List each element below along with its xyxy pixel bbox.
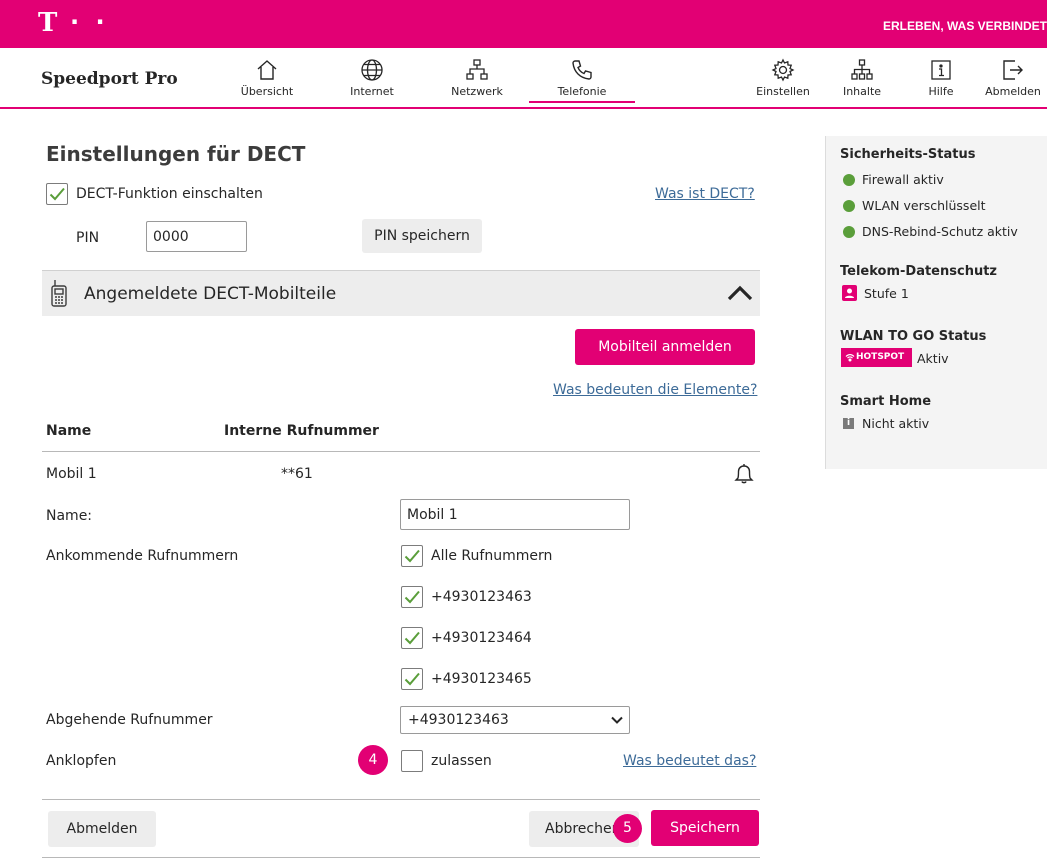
gear-icon — [771, 58, 795, 82]
step-badge: 5 — [613, 814, 642, 843]
checkmark-icon — [49, 187, 65, 201]
home-icon — [257, 60, 277, 80]
nav-label: Abmelden — [985, 85, 1041, 98]
accordion-title: Angemeldete DECT-Mobilteile — [84, 284, 337, 304]
nav-label: Inhalte — [842, 85, 882, 98]
nav-hilfe[interactable]: Hilfe — [901, 56, 981, 104]
ok-status-icon — [843, 174, 855, 186]
nav-label: Hilfe — [928, 85, 954, 98]
outgoing-number-label: Abgehende Rufnummer — [46, 712, 213, 728]
nav-internet[interactable]: Internet — [332, 56, 412, 104]
handset-name-input[interactable] — [400, 499, 630, 530]
unregister-handset-button[interactable]: Abmelden — [48, 811, 156, 847]
wlan-to-go-status: Aktiv — [917, 351, 949, 366]
active-tab-indicator — [529, 101, 635, 103]
nav-telefonie[interactable]: Telefonie — [542, 56, 622, 104]
ok-status-icon — [843, 226, 855, 238]
pin-save-button[interactable]: PIN speichern — [362, 219, 482, 253]
hotspot-badge: HOTSPOT — [841, 348, 912, 367]
nav-abmelden[interactable]: Abmelden — [979, 56, 1047, 104]
smart-home-title: Smart Home — [840, 394, 932, 409]
footer-divider — [42, 799, 760, 800]
wifi-icon — [845, 354, 855, 362]
security-status-title: Sicherheits-Status — [840, 147, 976, 162]
checkmark-icon — [404, 549, 420, 563]
pin-input[interactable] — [146, 221, 247, 252]
column-header-name: Name — [46, 423, 92, 439]
nav-label: Übersicht — [240, 85, 294, 98]
ok-status-icon — [843, 200, 855, 212]
info-icon — [931, 60, 951, 80]
checkmark-icon — [404, 672, 420, 686]
phone-icon — [572, 60, 592, 80]
incoming-option-label: +4930123464 — [431, 630, 532, 646]
dect-help-link[interactable]: Was ist DECT? — [655, 186, 755, 202]
dect-function-label: DECT-Funktion einschalten — [76, 186, 263, 202]
outgoing-number-select[interactable]: +4930123463 — [400, 706, 630, 734]
sitemap-icon — [851, 59, 873, 80]
incoming-number-checkbox[interactable] — [401, 668, 423, 690]
dect-function-checkbox[interactable] — [46, 183, 68, 205]
hotspot-badge-label: HOTSPOT — [856, 352, 905, 362]
info-icon: i — [843, 418, 854, 429]
nav-label: Telefonie — [557, 85, 607, 98]
security-item: Firewall aktiv — [862, 172, 944, 187]
bell-icon[interactable] — [734, 462, 754, 484]
privacy-title: Telekom-Datenschutz — [840, 264, 997, 279]
network-icon — [466, 59, 488, 80]
checkmark-icon — [404, 590, 420, 604]
incoming-number-checkbox[interactable] — [401, 586, 423, 608]
wlan-to-go-title: WLAN TO GO Status — [840, 329, 987, 344]
save-button[interactable]: Speichern — [651, 810, 759, 846]
incoming-option-label: +4930123465 — [431, 671, 532, 687]
security-item: WLAN verschlüsselt — [862, 198, 986, 213]
step-badge: 4 — [358, 745, 388, 775]
product-name: Speedport Pro — [41, 69, 178, 89]
knock-help-link[interactable]: Was bedeutet das? — [623, 753, 756, 769]
select-value: +4930123463 — [408, 712, 509, 728]
incoming-number-checkbox[interactable] — [401, 627, 423, 649]
nav-label: Einstellen — [756, 85, 810, 98]
elements-help-link[interactable]: Was bedeuten die Elemente? — [553, 382, 757, 398]
incoming-all-checkbox[interactable] — [401, 545, 423, 567]
pin-label: PIN — [76, 230, 100, 246]
chevron-down-icon — [611, 716, 623, 724]
knock-allow-label: zulassen — [431, 753, 492, 769]
telekom-logo-dots: · · — [70, 8, 109, 36]
security-item: DNS-Rebind-Schutz aktiv — [862, 224, 1018, 239]
nav-inhalte[interactable]: Inhalte — [822, 56, 902, 104]
logout-icon — [1003, 60, 1023, 80]
incoming-option-label: Alle Rufnummern — [431, 548, 553, 564]
nav-netzwerk[interactable]: Netzwerk — [437, 56, 517, 104]
privacy-level: Stufe 1 — [864, 286, 909, 301]
register-handset-button[interactable]: Mobilteil anmelden — [575, 329, 755, 365]
handset-name: Mobil 1 — [46, 466, 97, 482]
column-header-internal-number: Interne Rufnummer — [224, 423, 379, 439]
globe-icon — [361, 59, 383, 81]
checkmark-icon — [404, 631, 420, 645]
incoming-option-label: +4930123463 — [431, 589, 532, 605]
nav-label: Internet — [350, 85, 394, 98]
nav-label: Netzwerk — [451, 85, 503, 98]
chevron-up-icon[interactable] — [727, 285, 753, 301]
smart-home-status: Nicht aktiv — [862, 416, 930, 431]
brand-claim: ERLEBEN, WAS VERBINDET — [882, 19, 1047, 33]
page-title: Einstellungen für DECT — [46, 142, 306, 166]
nav-einstellen[interactable]: Einstellen — [743, 56, 823, 104]
nav-uebersicht[interactable]: Übersicht — [227, 56, 307, 104]
privacy-shield-icon — [842, 285, 857, 301]
bottom-divider — [42, 857, 760, 858]
table-header-divider — [42, 451, 760, 452]
handset-icon — [51, 280, 67, 307]
name-field-label: Name: — [46, 508, 93, 524]
knock-label: Anklopfen — [46, 753, 117, 769]
handset-internal-number: **61 — [281, 466, 313, 482]
knock-allow-checkbox[interactable] — [401, 750, 423, 772]
incoming-numbers-label: Ankommende Rufnummern — [46, 548, 239, 564]
telekom-logo[interactable]: T — [38, 8, 58, 38]
